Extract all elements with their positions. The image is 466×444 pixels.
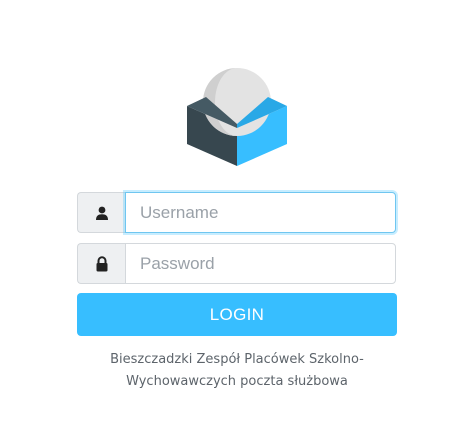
password-input[interactable] xyxy=(125,243,396,284)
password-addon xyxy=(77,243,125,284)
password-field xyxy=(77,243,396,284)
footer-line-2: Wychowawczych poczta służbowa xyxy=(126,374,348,389)
user-icon xyxy=(95,206,108,220)
login-button[interactable]: LOGIN xyxy=(77,293,397,336)
username-input[interactable] xyxy=(125,192,396,233)
username-addon xyxy=(77,192,125,233)
footer-text: Bieszczadzki Zespół Placówek Szkolno- Wy… xyxy=(77,349,397,393)
lock-icon xyxy=(96,255,107,271)
login-page: LOGIN Bieszczadzki Zespół Placówek Szkol… xyxy=(0,0,466,444)
footer-line-1: Bieszczadzki Zespół Placówek Szkolno- xyxy=(110,352,364,367)
roundcube-logo xyxy=(187,68,287,166)
username-field xyxy=(77,192,396,233)
